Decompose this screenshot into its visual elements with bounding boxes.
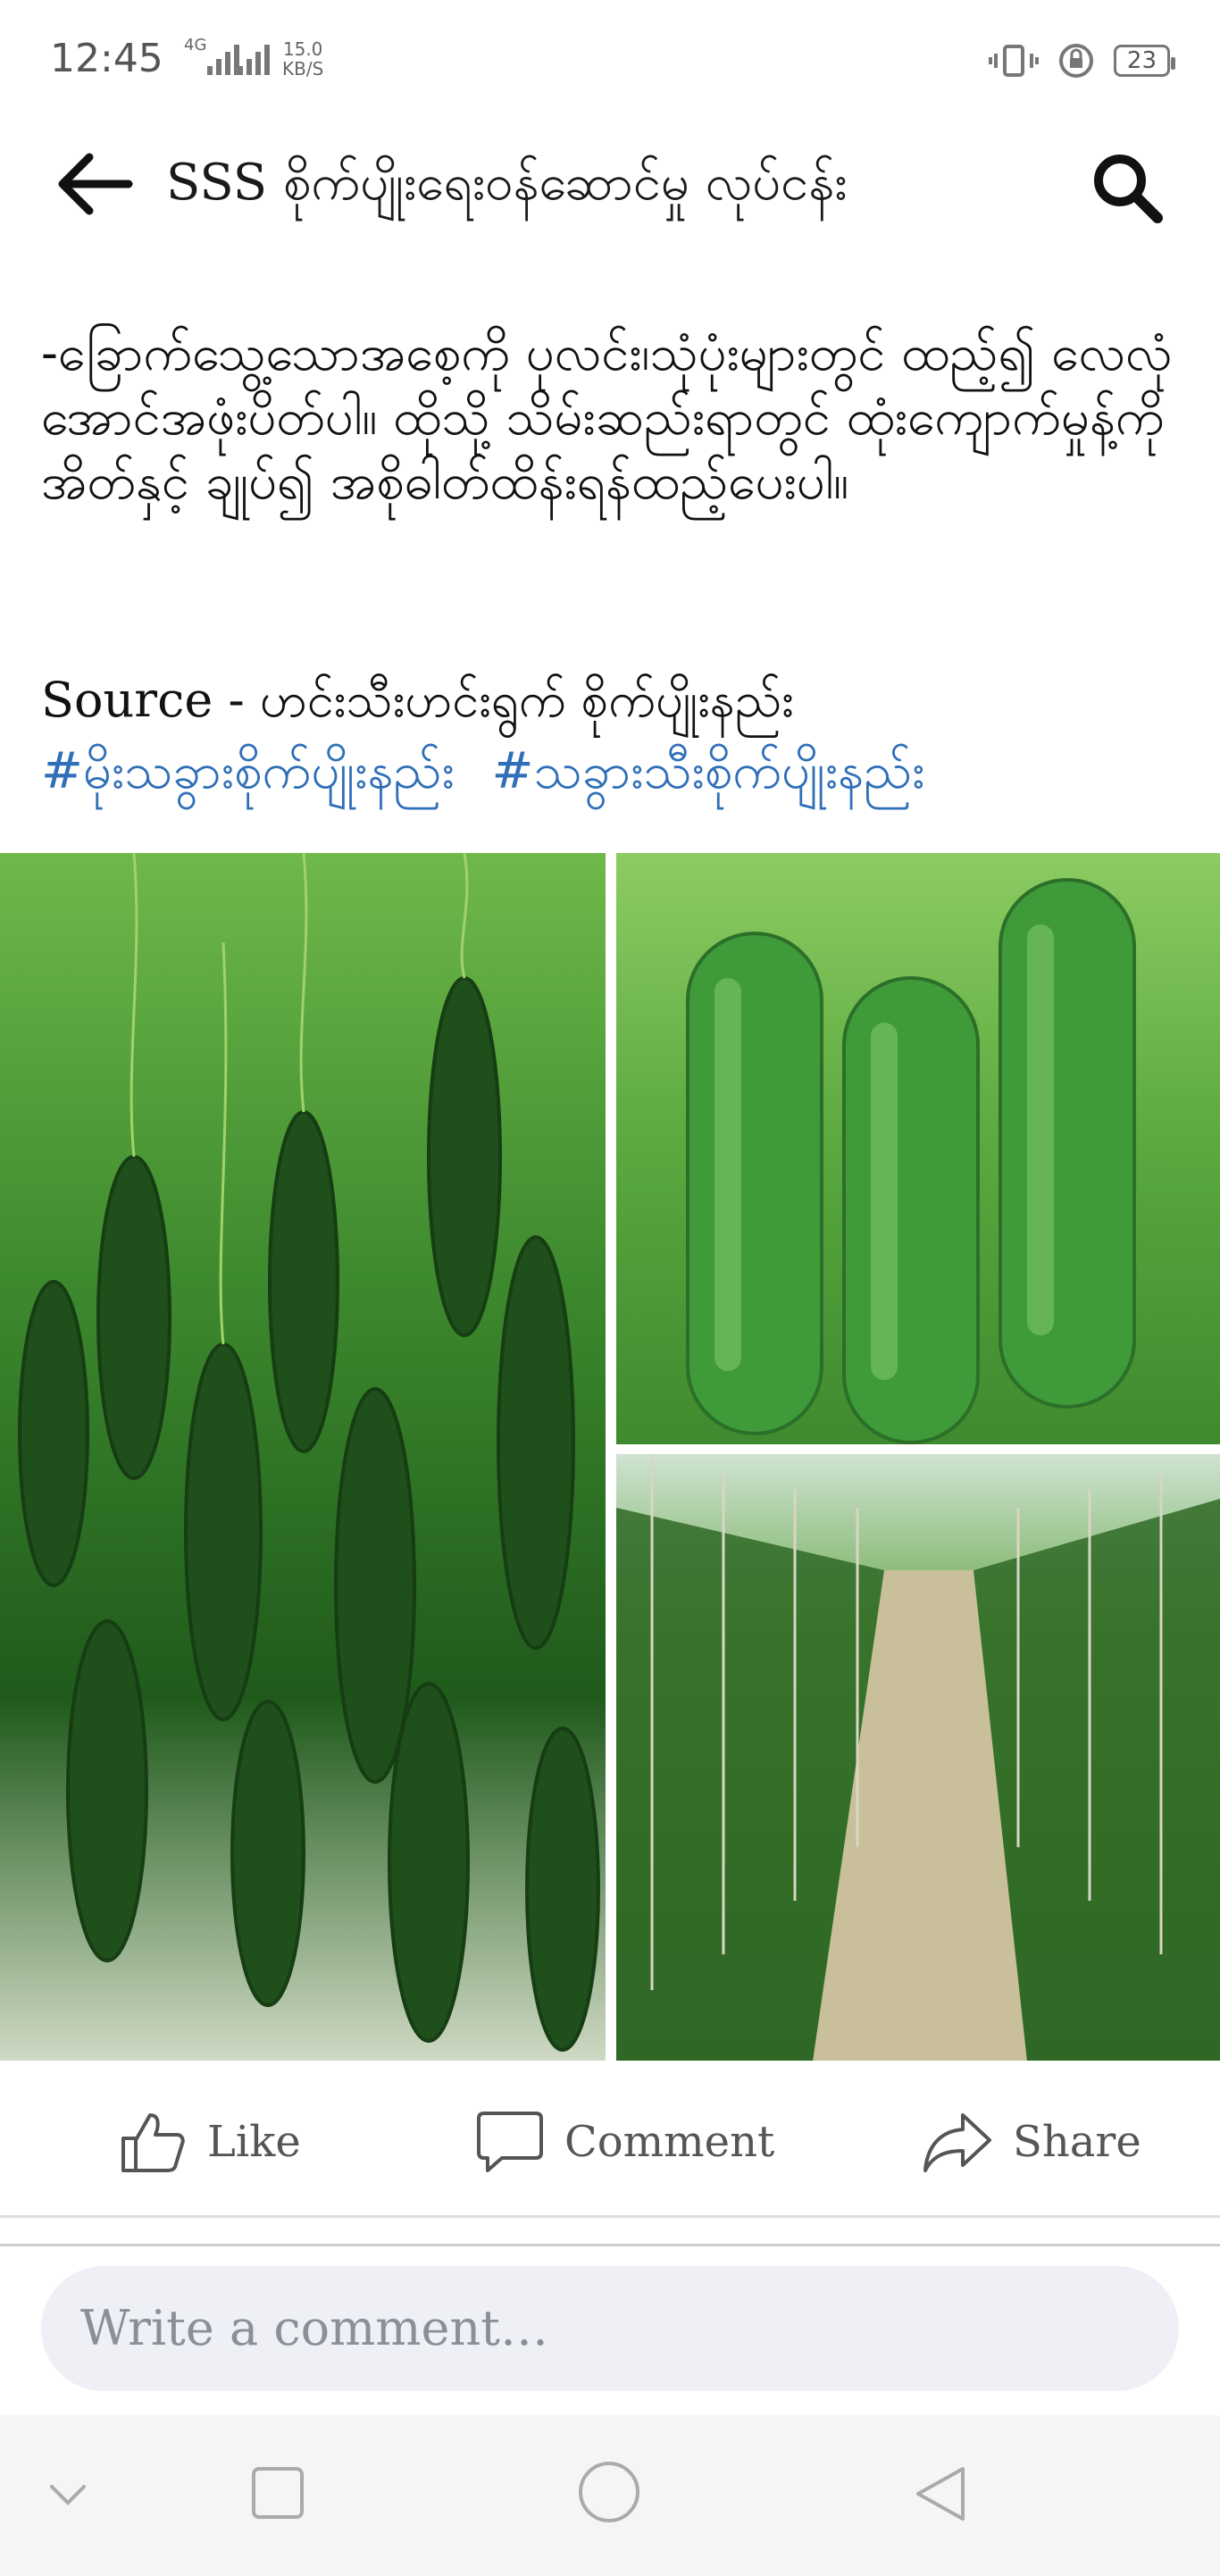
divider: [0, 2244, 1220, 2246]
like-button[interactable]: Like: [118, 2106, 301, 2178]
share-arrow-icon: [923, 2113, 991, 2172]
comment-input[interactable]: Write a comment…: [41, 2266, 1179, 2391]
recent-apps-icon[interactable]: [250, 2465, 305, 2521]
thumbs-up-icon: [121, 2113, 185, 2172]
search-icon[interactable]: [1088, 148, 1165, 225]
page-header: SSS စိုက်ပျိုးရေးဝန်ဆောင်မှု လုပ်ငန်း: [0, 116, 1220, 250]
page-title: SSS စိုက်ပျိုးရေးဝန်ဆောင်မှု လုပ်ငန်း: [166, 154, 848, 212]
signal-icon: [207, 45, 239, 75]
vibrate-icon: [988, 45, 1039, 77]
network-type: 4G: [184, 36, 207, 54]
comment-placeholder: Write a comment…: [80, 2300, 548, 2356]
post-actions: Like Comment Share: [0, 2063, 1220, 2218]
hashtag-list: #မိုးသခွားစိုက်ပျိုးနည်း #သခွားသီးစိုက်ပ…: [41, 741, 1202, 802]
like-label: Like: [207, 2117, 301, 2167]
comment-icon: [477, 2112, 543, 2172]
comment-label: Comment: [564, 2117, 775, 2167]
post-text: -ခြောက်သွေ့သောအစေ့ကို ပုလင်း၊သုံပုံးများ…: [41, 324, 1173, 511]
status-icons: 23: [988, 43, 1176, 79]
system-nav-bar: [0, 2415, 1220, 2576]
network-speed: 15.0 KB/S: [282, 39, 323, 79]
post-source: Source - ဟင်းသီးဟင်းရွက် စိုက်ပျိုးနည်း: [41, 672, 794, 728]
post-body: -ခြောက်သွေ့သောအစေ့ကို ပုလင်း၊သုံပုံးများ…: [41, 322, 1193, 514]
home-icon[interactable]: [577, 2460, 641, 2524]
lock-rotation-icon: [1058, 44, 1093, 78]
back-arrow-icon[interactable]: [54, 148, 134, 220]
comment-button[interactable]: Comment: [475, 2106, 774, 2178]
hashtag-link[interactable]: #မိုးသခွားစိုက်ပျိုးနည်း: [41, 742, 455, 800]
share-button[interactable]: Share: [922, 2106, 1141, 2178]
status-bar: 12:45 4G 15.0 KB/S 23: [0, 0, 1220, 98]
hashtag-link[interactable]: #သခွားသီးစိုက်ပျိုးနည်း: [492, 742, 925, 800]
chevron-down-icon[interactable]: [46, 2481, 89, 2508]
status-time: 12:45: [50, 36, 163, 81]
post-photo-cucumber-field[interactable]: [616, 1454, 1220, 2061]
share-label: Share: [1013, 2117, 1141, 2167]
post-photo-cucumbers-hanging[interactable]: [0, 853, 606, 2061]
post-photo-cucumbers-closeup[interactable]: [616, 853, 1220, 1444]
signal-icon-2: [238, 45, 270, 75]
back-triangle-icon[interactable]: [913, 2465, 968, 2522]
battery-icon: 23: [1113, 45, 1176, 77]
speed-value: 15.0: [282, 38, 323, 60]
speed-unit: KB/S: [282, 58, 324, 79]
